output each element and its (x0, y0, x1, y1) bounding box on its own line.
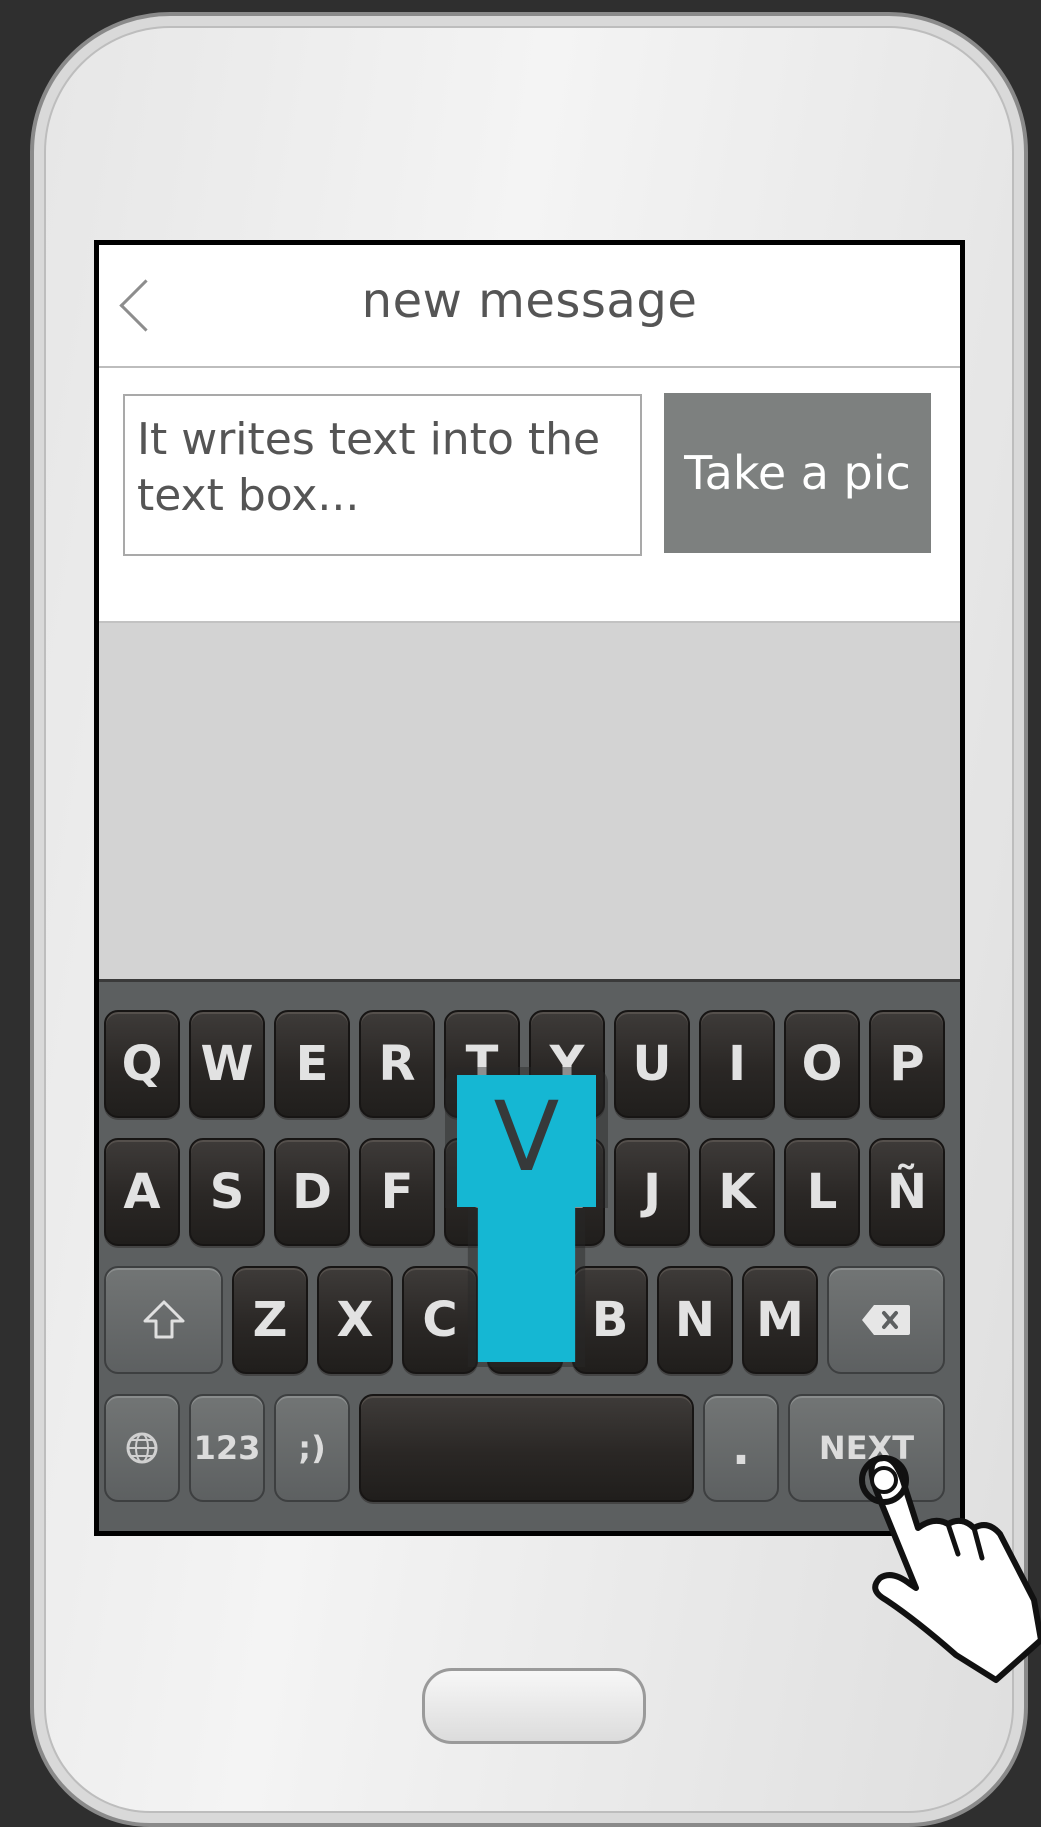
home-button[interactable] (422, 1668, 646, 1744)
key-m[interactable]: M (742, 1266, 818, 1374)
header-bar: new message (99, 245, 960, 368)
key-n-tilde[interactable]: Ñ (869, 1138, 945, 1246)
key-r[interactable]: R (359, 1010, 435, 1118)
key-p[interactable]: P (869, 1010, 945, 1118)
key-j[interactable]: J (614, 1138, 690, 1246)
language-key[interactable] (104, 1394, 180, 1502)
key-s[interactable]: S (189, 1138, 265, 1246)
key-d[interactable]: D (274, 1138, 350, 1246)
globe-icon (126, 1432, 158, 1464)
key-i[interactable]: I (699, 1010, 775, 1118)
take-pic-button[interactable]: Take a pic (664, 393, 931, 553)
pointing-hand-icon (859, 1455, 1041, 1683)
period-key[interactable]: . (703, 1394, 779, 1502)
key-a[interactable]: A (104, 1138, 180, 1246)
key-q[interactable]: Q (104, 1010, 180, 1118)
backspace-key[interactable] (827, 1266, 945, 1374)
key-o[interactable]: O (784, 1010, 860, 1118)
key-u[interactable]: U (614, 1010, 690, 1118)
message-text-input[interactable]: It writes text into the text box... (123, 394, 642, 556)
key-e[interactable]: E (274, 1010, 350, 1118)
shift-key[interactable] (104, 1266, 223, 1374)
key-x[interactable]: X (317, 1266, 393, 1374)
emoji-key[interactable]: ;) (274, 1394, 350, 1502)
key-l[interactable]: L (784, 1138, 860, 1246)
key-k[interactable]: K (699, 1138, 775, 1246)
space-key[interactable] (359, 1394, 694, 1502)
key-z[interactable]: Z (232, 1266, 308, 1374)
shift-arrow-icon (143, 1300, 184, 1339)
key-w[interactable]: W (189, 1010, 265, 1118)
key-popup-letter: V (493, 1081, 560, 1193)
numbers-key[interactable]: 123 (189, 1394, 265, 1502)
backspace-icon (862, 1305, 910, 1335)
key-c[interactable]: C (402, 1266, 478, 1374)
key-f[interactable]: F (359, 1138, 435, 1246)
screen: new message It writes text into the text… (94, 240, 965, 1536)
page-title: new message (361, 273, 698, 329)
compose-area: It writes text into the text box... Take… (99, 368, 960, 623)
key-n[interactable]: N (657, 1266, 733, 1374)
